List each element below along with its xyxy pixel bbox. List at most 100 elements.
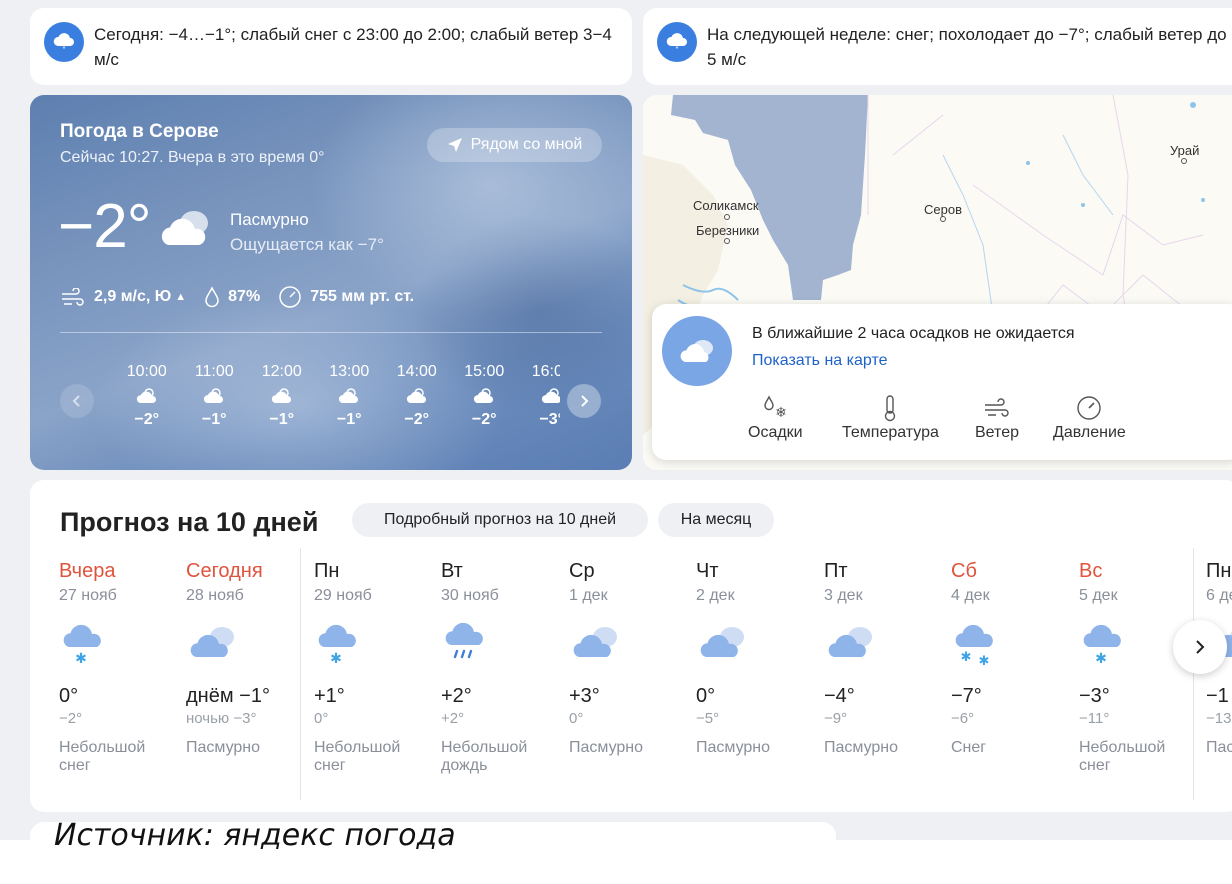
wind-value: 2,9 м/с, Ю bbox=[94, 288, 172, 305]
forecast-day[interactable]: Пн 6 дек −1 −13 Пас bbox=[1195, 550, 1232, 802]
forecast-day[interactable]: Вт 30 нояб +2° +2° Небольшой дождь bbox=[430, 550, 557, 802]
city-title[interactable]: Погода в Серове bbox=[60, 121, 219, 143]
day-name: Пн bbox=[1206, 560, 1232, 582]
day-condition: Пасмурно bbox=[569, 739, 644, 756]
day-condition: Небольшой снег bbox=[314, 739, 401, 774]
cloud-snow-icon: ✱ bbox=[59, 607, 175, 679]
source-text: Источник: яндекс погода bbox=[54, 818, 456, 853]
alert-today[interactable]: * Сегодня: −4…−1°; слабый снег с 23:00 д… bbox=[30, 8, 632, 85]
cloud-sun-icon bbox=[248, 381, 316, 411]
day-low-temp: −6° bbox=[951, 710, 975, 727]
map-tab-label: Давление bbox=[1053, 424, 1126, 441]
svg-text:❄: ❄ bbox=[775, 404, 787, 420]
day-name: Пн bbox=[314, 560, 340, 582]
cloud-heavy-snow-icon: ✱ ✱ bbox=[951, 607, 1067, 679]
day-low-temp: −13 bbox=[1206, 710, 1232, 727]
day-high-temp: −1 bbox=[1206, 685, 1229, 707]
cloud-sun-icon bbox=[181, 381, 249, 411]
pressure-value: 755 мм рт. ст. bbox=[310, 288, 415, 305]
cloud-snow-icon: ✱ bbox=[314, 607, 430, 679]
map-tab-temperature[interactable]: Температура bbox=[842, 392, 939, 442]
alert-next-week[interactable]: * На следующей неделе: снег; похолодает … bbox=[643, 8, 1232, 85]
cloud-sun-icon bbox=[518, 381, 560, 411]
current-metrics: 2,9 м/с, Ю ▲ 87% 755 мм рт. ст. bbox=[60, 285, 414, 309]
chevron-left-icon bbox=[72, 395, 80, 407]
forecast-day[interactable]: Ср 1 дек +3° 0° Пасмурно bbox=[558, 550, 685, 802]
svg-text:✱: ✱ bbox=[1095, 650, 1107, 666]
day-condition: Пасмурно bbox=[186, 739, 261, 756]
day-condition: Пас bbox=[1206, 739, 1232, 756]
humidity-drop-icon bbox=[205, 286, 219, 308]
forecast-day[interactable]: Вчера 27 нояб ✱ 0° −2° Небольшой снег bbox=[48, 550, 175, 802]
nowcast-heading: В ближайшие 2 часа осадков не ожидается bbox=[752, 325, 1075, 342]
map-tab-label: Осадки bbox=[748, 424, 803, 441]
forecast-day[interactable]: Сегодня 28 нояб днём −1° ночью −3° Пасмурно bbox=[175, 550, 302, 802]
clouds-icon bbox=[569, 607, 685, 679]
cloud-sun-icon bbox=[113, 381, 181, 411]
month-forecast-button[interactable]: На месяц bbox=[658, 503, 774, 537]
precipitation-icon: ❄ bbox=[748, 392, 803, 424]
day-name: Сегодня bbox=[186, 560, 263, 582]
near-me-button[interactable]: Рядом со мной bbox=[427, 128, 602, 162]
show-on-map-link[interactable]: Показать на карте bbox=[752, 352, 887, 370]
detailed-forecast-button[interactable]: Подробный прогноз на 10 дней bbox=[352, 503, 648, 537]
alert-text: На следующей неделе: снег; похолодает до… bbox=[707, 25, 1227, 69]
hourly-next-button[interactable] bbox=[567, 384, 601, 418]
svg-text:✱: ✱ bbox=[75, 650, 87, 666]
day-date: 4 дек bbox=[951, 587, 990, 604]
map-tab-precipitation[interactable]: ❄ Осадки bbox=[748, 392, 803, 442]
map-tab-wind[interactable]: Ветер bbox=[975, 392, 1019, 442]
forecast-next-button[interactable] bbox=[1173, 620, 1227, 674]
hour-item: 14:00 −2° bbox=[383, 363, 451, 429]
svg-text:*: * bbox=[676, 46, 679, 52]
day-high-temp: −7° bbox=[951, 685, 982, 707]
svg-text:✱: ✱ bbox=[979, 653, 990, 667]
forecast-day[interactable]: Пт 3 дек −4° −9° Пасмурно bbox=[813, 550, 940, 802]
day-name: Чт bbox=[696, 560, 719, 582]
forecast-day[interactable]: Вс 5 дек ✱ −3° −11° Небольшой снег bbox=[1068, 550, 1195, 802]
hour-time: 14:00 bbox=[396, 363, 437, 380]
day-low-temp: −5° bbox=[696, 710, 720, 727]
current-temperature: −2° bbox=[58, 192, 151, 261]
day-date: 28 нояб bbox=[186, 587, 244, 604]
cloud-sun-icon bbox=[383, 381, 451, 411]
hour-item: 10:00 −2° bbox=[113, 363, 181, 429]
hour-temp: −2° bbox=[134, 411, 160, 428]
day-high-temp: 0° bbox=[59, 685, 79, 707]
wind-icon bbox=[975, 392, 1019, 424]
map-tab-label: Ветер bbox=[975, 424, 1019, 441]
day-low-temp: +2° bbox=[441, 710, 465, 727]
forecast-day[interactable]: Чт 2 дек 0° −5° Пасмурно bbox=[685, 550, 812, 802]
hour-temp: −2° bbox=[404, 411, 430, 428]
location-arrow-icon bbox=[447, 138, 462, 152]
hourly-prev-button[interactable] bbox=[60, 384, 94, 418]
map-tab-label: Температура bbox=[842, 424, 939, 441]
day-high-temp: +3° bbox=[569, 685, 600, 707]
day-low-temp: 0° bbox=[314, 710, 329, 727]
humidity-metric: 87% bbox=[204, 286, 260, 308]
svg-text:✱: ✱ bbox=[961, 649, 972, 664]
day-condition: Пасмурно bbox=[696, 739, 771, 756]
day-date: 5 дек bbox=[1079, 587, 1118, 604]
day-name: Пт bbox=[824, 560, 848, 582]
hour-item: 13:00 −1° bbox=[316, 363, 384, 429]
forecast-title: Прогноз на 10 дней bbox=[60, 507, 319, 537]
clouds-icon bbox=[824, 607, 940, 679]
near-me-label: Рядом со мной bbox=[470, 136, 583, 153]
forecast-day[interactable]: Пн 29 нояб ✱ +1° 0° Небольшой снег bbox=[303, 550, 430, 802]
hour-item: 11:00 −1° bbox=[181, 363, 249, 429]
day-name: Вчера bbox=[59, 560, 116, 582]
day-low-temp: 0° bbox=[569, 710, 584, 727]
hour-temp: −1° bbox=[269, 411, 295, 428]
forecast-day[interactable]: Сб 4 дек ✱ ✱ −7° −6° Снег bbox=[940, 550, 1067, 802]
hour-time: 15:00 bbox=[464, 363, 505, 380]
day-name: Вс bbox=[1079, 560, 1103, 582]
day-name: Вт bbox=[441, 560, 463, 582]
svg-text:✱: ✱ bbox=[330, 650, 342, 666]
map-tab-pressure[interactable]: Давление bbox=[1053, 392, 1126, 442]
wind-metric: 2,9 м/с, Ю ▲ bbox=[60, 288, 186, 306]
current-time-subtitle: Сейчас 10:27. Вчера в это время 0° bbox=[60, 149, 325, 166]
hour-item: 12:00 −1° bbox=[248, 363, 316, 429]
hour-time: 16:00 bbox=[531, 363, 560, 380]
day-low-temp: −11° bbox=[1079, 710, 1110, 727]
